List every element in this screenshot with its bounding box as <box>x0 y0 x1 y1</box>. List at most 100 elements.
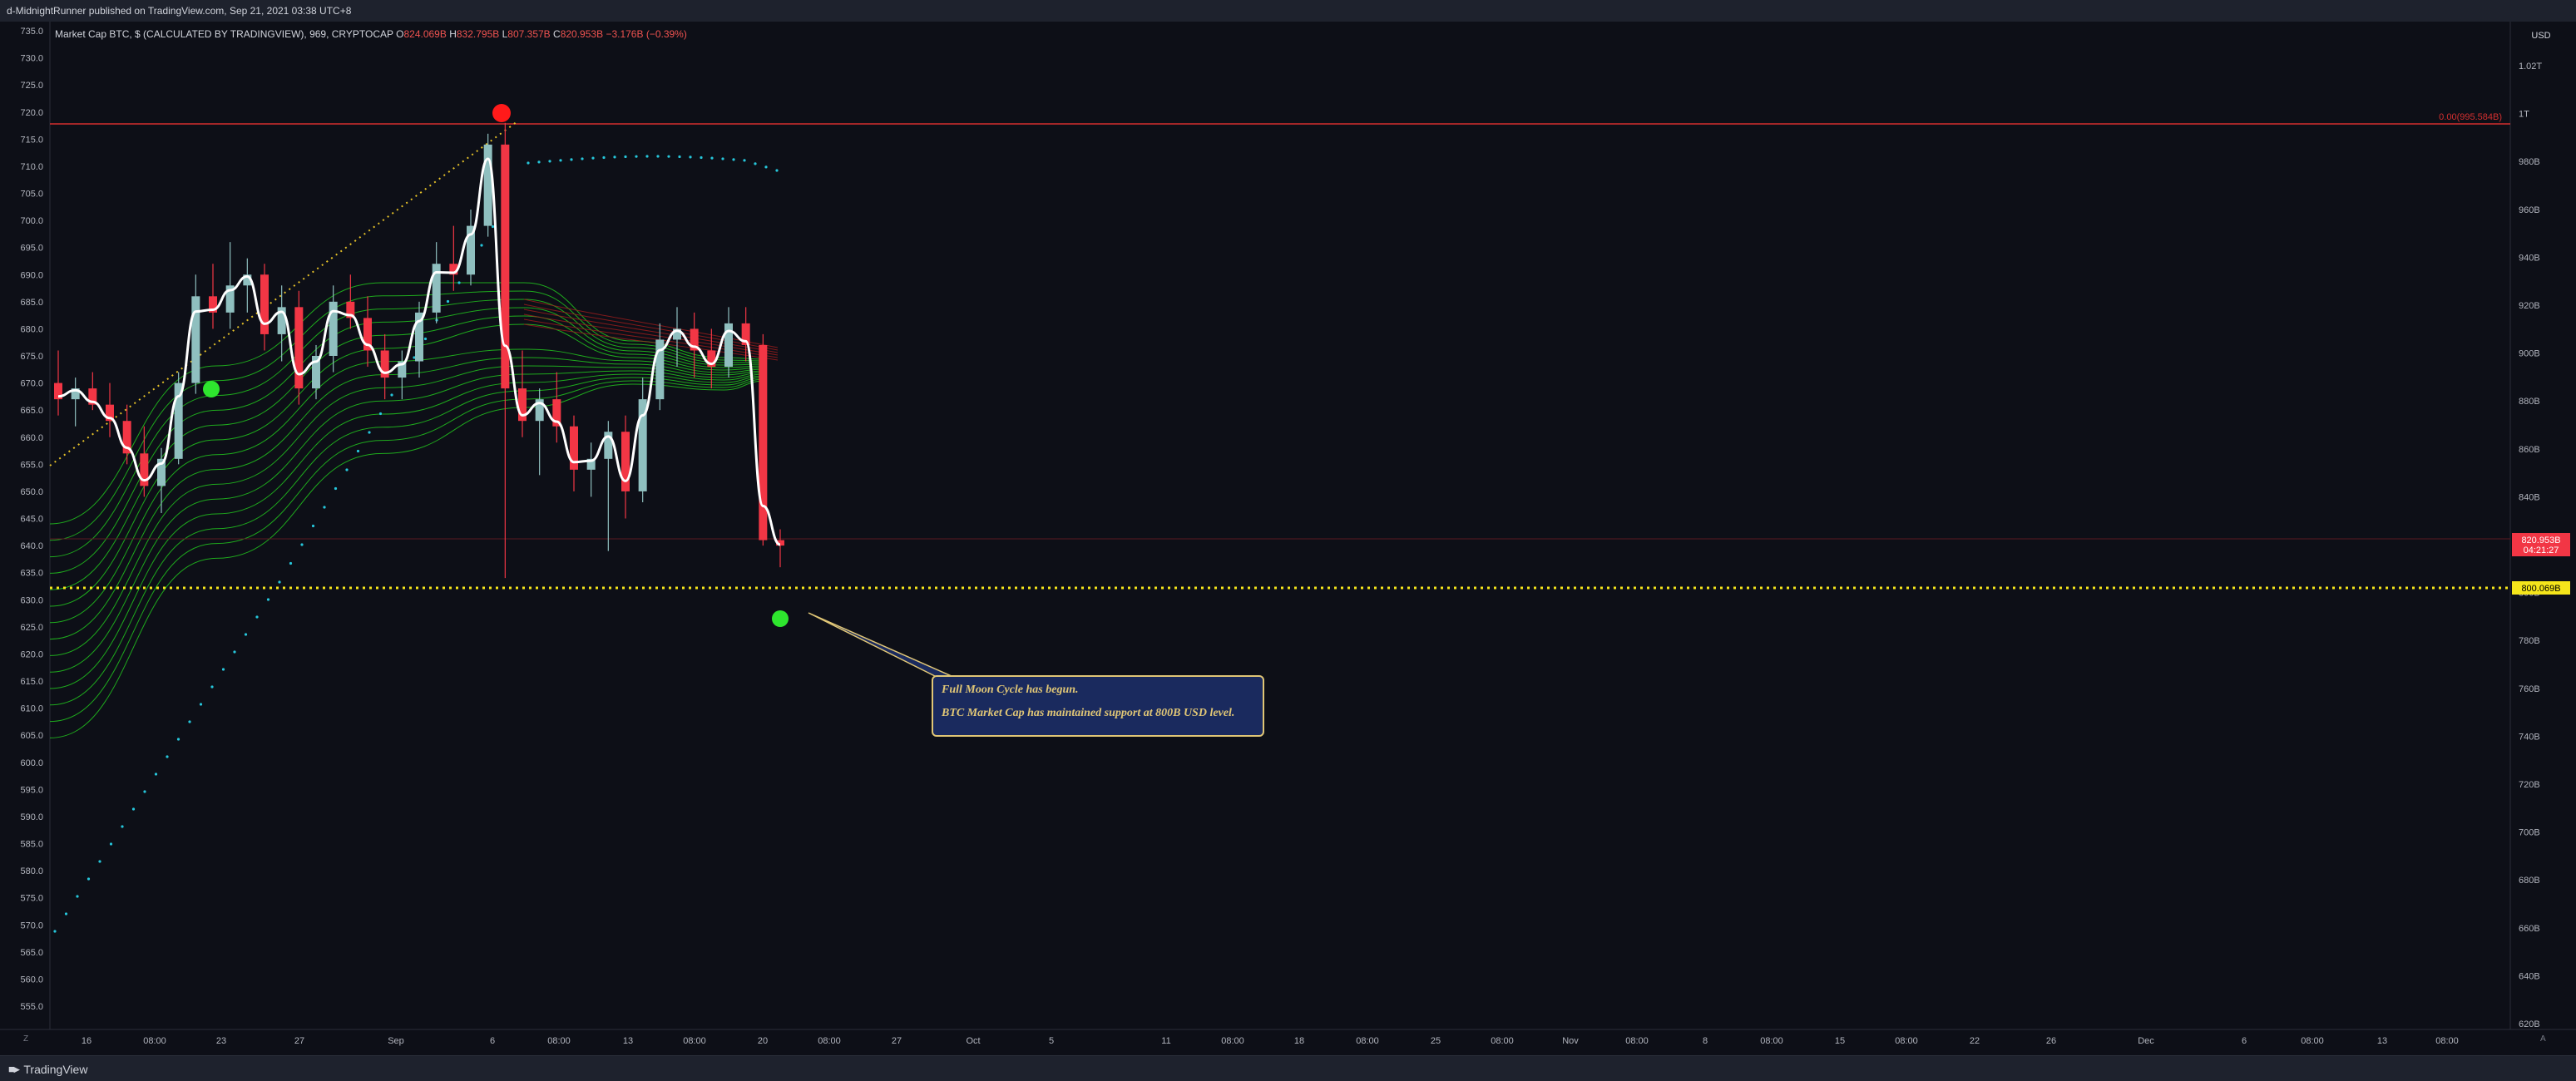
time-axis-tick: Sep <box>388 1036 404 1046</box>
close-label: C <box>553 28 561 40</box>
left-axis-tick: 735.0 <box>20 27 43 37</box>
sar-dot <box>548 160 551 163</box>
right-axis-tick: 920B <box>2519 301 2540 311</box>
sar-dot <box>645 155 649 158</box>
left-axis-tick: 600.0 <box>20 758 43 768</box>
sar-dot <box>143 790 146 793</box>
sar-dot <box>581 157 584 160</box>
sar-dot <box>188 720 191 723</box>
tradingview-logo[interactable]: ■▸ TradingView <box>8 1063 87 1076</box>
time-axis-tick: 27 <box>892 1036 902 1046</box>
sar-dot <box>527 161 530 165</box>
left-axis-tick: 725.0 <box>20 81 43 91</box>
time-axis-tick: 08:00 <box>2301 1036 2324 1046</box>
sar-dot <box>591 156 595 160</box>
currency-unit: USD <box>2531 31 2550 41</box>
sar-dot <box>289 561 293 565</box>
sar-dot <box>154 772 158 776</box>
left-axis-tick: 595.0 <box>20 785 43 795</box>
sar-dot <box>635 155 638 158</box>
time-axis-tick: 08:00 <box>818 1036 841 1046</box>
candle-body <box>191 296 200 383</box>
sar-dot <box>700 155 703 160</box>
sar-dot <box>390 393 393 397</box>
time-axis-tick: 22 <box>1970 1036 1980 1046</box>
left-axis-tick: 685.0 <box>20 298 43 308</box>
left-axis-tick: 650.0 <box>20 487 43 497</box>
left-axis-tick: 575.0 <box>20 894 43 904</box>
time-axis-tick: 08:00 <box>1760 1036 1783 1046</box>
sar-dot <box>233 650 236 654</box>
right-axis-tick: 640B <box>2519 971 2540 981</box>
time-axis-tick: 08:00 <box>143 1036 166 1046</box>
timezone-corner-button[interactable]: Z <box>23 1034 28 1044</box>
left-axis-tick: 585.0 <box>20 840 43 850</box>
annotation-callout[interactable]: Full Moon Cycle has begun. BTC Market Ca… <box>932 675 1264 737</box>
time-axis-tick: Dec <box>2138 1036 2154 1046</box>
time-axis-tick: 13 <box>623 1036 633 1046</box>
high-value: 832.795B <box>456 28 500 40</box>
left-axis-tick: 615.0 <box>20 677 43 687</box>
left-axis-tick: 710.0 <box>20 162 43 172</box>
left-axis-tick: 645.0 <box>20 515 43 525</box>
left-axis-tick: 565.0 <box>20 948 43 958</box>
left-axis-tick: 665.0 <box>20 406 43 416</box>
sar-dot <box>423 337 428 341</box>
support-price-value: 800.069B <box>2521 584 2560 594</box>
sar-dot <box>300 543 304 546</box>
sar-dot <box>378 412 383 416</box>
time-axis-tick: 6 <box>2242 1036 2247 1046</box>
callout-line-2: BTC Market Cap has maintained support at… <box>942 707 1235 719</box>
sar-dot <box>278 580 281 584</box>
sar-dot <box>559 159 562 162</box>
time-axis-tick: 27 <box>294 1036 304 1046</box>
time-axis-tick: 23 <box>216 1036 226 1046</box>
left-axis-tick: 680.0 <box>20 324 43 334</box>
sar-dot <box>732 158 735 161</box>
left-axis-tick: 660.0 <box>20 433 43 443</box>
right-axis-tick: 660B <box>2519 924 2540 934</box>
sar-dot <box>537 160 541 164</box>
time-axis-tick: Oct <box>966 1036 980 1046</box>
time-axis-tick: 20 <box>758 1036 768 1046</box>
left-axis-tick: 730.0 <box>20 54 43 64</box>
footer-bar: ■▸ TradingView <box>0 1055 2576 1081</box>
sar-dot <box>613 155 616 159</box>
sar-dot <box>323 506 326 509</box>
symbol-legend[interactable]: Market Cap BTC, $ (CALCULATED BY TRADING… <box>55 28 687 40</box>
candle-body <box>260 274 269 334</box>
open-value: 824.069B <box>403 28 447 40</box>
left-axis-tick: 715.0 <box>20 135 43 145</box>
price-chart[interactable]: 735.0 730.0 725.0 720.0 715.0 710.0 705.0 700.0… <box>0 22 2576 1055</box>
time-axis-tick: 13 <box>2377 1036 2387 1046</box>
sar-dot <box>176 738 180 741</box>
left-axis-tick: 580.0 <box>20 866 43 876</box>
tradingview-brand: TradingView <box>23 1063 88 1076</box>
high-label: H <box>449 28 457 40</box>
left-axis-tick: 640.0 <box>20 541 43 551</box>
right-axis-tick: 960B <box>2519 205 2540 215</box>
time-axis-tick: 11 <box>1161 1036 1170 1046</box>
sar-dot <box>109 842 113 846</box>
left-axis-tick: 630.0 <box>20 595 43 605</box>
auto-scale-button[interactable]: A <box>2540 1034 2546 1044</box>
time-axis-tick: 08:00 <box>1221 1036 1244 1046</box>
sar-dot <box>255 615 259 619</box>
right-axis-tick: 860B <box>2519 445 2540 455</box>
left-axis-tick: 695.0 <box>20 244 43 254</box>
sar-dot <box>667 155 670 158</box>
right-axis-tick: 620B <box>2519 1019 2540 1029</box>
sar-dot <box>64 912 68 916</box>
publish-info: d-MidnightRunner published on TradingVie… <box>7 5 352 17</box>
time-axis-tick: 08:00 <box>1625 1036 1649 1046</box>
sar-dot <box>210 685 214 689</box>
right-axis-tick: 880B <box>2519 397 2540 407</box>
sar-dot <box>356 449 360 453</box>
sar-dot <box>53 930 57 933</box>
left-axis-tick: 705.0 <box>20 190 43 200</box>
sar-dot <box>678 155 681 159</box>
left-axis-tick: 610.0 <box>20 704 43 714</box>
sar-dot <box>311 524 315 528</box>
left-price-axis[interactable] <box>0 22 50 1029</box>
right-axis-tick: 760B <box>2519 684 2540 694</box>
